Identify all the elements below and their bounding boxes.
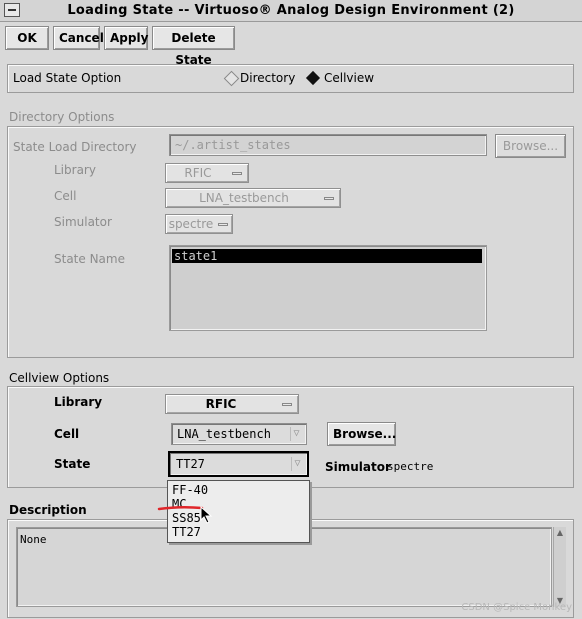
cellview-radio[interactable] — [305, 70, 321, 86]
directory-radio[interactable] — [223, 70, 240, 87]
directory-browse-button[interactable]: Browse... — [495, 134, 566, 158]
apply-button[interactable]: Apply — [104, 26, 148, 50]
state-name-label: State Name — [54, 252, 125, 266]
state-load-directory-label: State Load Directory — [13, 140, 137, 154]
dir-simulator-value: spectre — [168, 217, 214, 231]
cellview-options-panel: Library RFIC Cell LNA_testbench ▽ Browse… — [7, 386, 574, 488]
chevron-down-icon — [282, 403, 292, 406]
scroll-up-icon[interactable]: ▲ — [554, 527, 566, 539]
chevron-down-icon — [218, 223, 228, 226]
cancel-button[interactable]: Cancel — [53, 26, 104, 50]
mouse-cursor-icon — [200, 506, 213, 524]
description-scrollbar[interactable]: ▲ ▼ — [553, 527, 566, 607]
dir-library-combo[interactable]: RFIC — [165, 163, 249, 183]
cv-state-label: State — [54, 457, 91, 471]
state-dropdown-icon[interactable]: ▽ — [291, 457, 303, 471]
cv-simulator-label: Simulator — [325, 460, 391, 474]
watermark: CSDN @Spice Monkey — [461, 602, 572, 613]
ok-button[interactable]: OK — [5, 26, 49, 50]
state-name-item[interactable]: state1 — [172, 249, 482, 263]
cellview-options-header: Cellview Options — [9, 371, 110, 385]
description-value: None — [20, 533, 47, 546]
directory-options-header: Directory Options — [9, 110, 115, 124]
cellview-radio-label[interactable]: Cellview — [324, 71, 374, 85]
chevron-down-icon — [324, 197, 334, 200]
cellview-browse-button[interactable]: Browse... — [327, 422, 396, 446]
cv-state-field[interactable]: TT27 ▽ — [168, 451, 309, 477]
dir-cell-combo[interactable]: LNA_testbench — [165, 188, 341, 208]
title-bar: Loading State -- Virtuoso® Analog Design… — [0, 0, 582, 22]
description-header: Description — [9, 503, 87, 517]
dir-simulator-label: Simulator — [54, 215, 112, 229]
dir-library-label: Library — [54, 163, 96, 177]
dir-library-value: RFIC — [184, 166, 212, 180]
cv-library-combo[interactable]: RFIC — [165, 394, 299, 414]
dir-simulator-combo[interactable]: spectre — [165, 214, 233, 234]
state-load-directory-field[interactable]: ~/.artist_states — [169, 134, 487, 156]
cv-library-label: Library — [54, 395, 103, 409]
directory-radio-label[interactable]: Directory — [240, 71, 295, 85]
cv-cell-label: Cell — [54, 427, 80, 441]
cv-simulator-value: spectre — [387, 460, 434, 473]
delete-state-button[interactable]: Delete State — [152, 26, 235, 67]
load-state-option-label: Load State Option — [13, 71, 122, 85]
load-state-option-panel: Load State Option Directory Cellview — [7, 64, 574, 93]
state-name-list[interactable]: state1 — [169, 245, 487, 331]
directory-options-panel: State Load Directory ~/.artist_states Br… — [7, 126, 574, 358]
state-option[interactable]: FF-40 — [172, 483, 208, 497]
cv-library-value: RFIC — [205, 397, 237, 411]
window-title: Loading State -- Virtuoso® Analog Design… — [67, 3, 515, 18]
cell-dropdown-icon[interactable]: ▽ — [290, 427, 302, 441]
dir-cell-value: LNA_testbench — [199, 191, 289, 205]
cv-cell-field[interactable]: LNA_testbench ▽ — [171, 423, 307, 445]
dir-cell-label: Cell — [54, 189, 77, 203]
state-option[interactable]: TT27 — [172, 525, 201, 539]
cv-cell-value: LNA_testbench — [177, 427, 271, 441]
cv-state-value: TT27 — [176, 457, 205, 471]
chevron-down-icon — [232, 172, 242, 175]
